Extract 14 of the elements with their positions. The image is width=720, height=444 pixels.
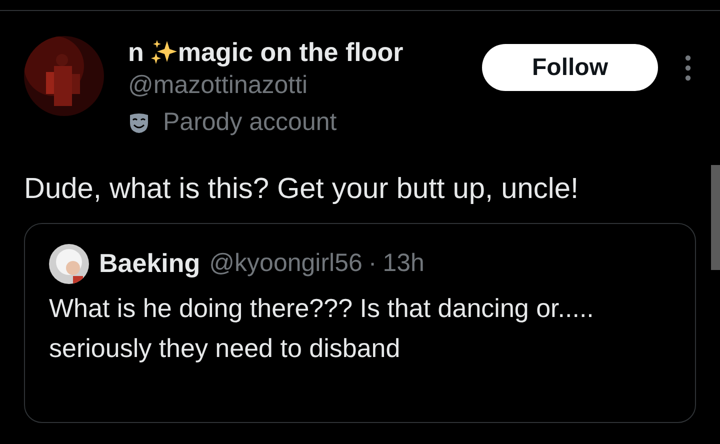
sparkles-icon bbox=[150, 38, 178, 66]
follow-button[interactable]: Follow bbox=[482, 44, 658, 91]
separator: · bbox=[368, 248, 377, 279]
quote-author-name: Baeking bbox=[99, 247, 200, 280]
quote-author-handle: @kyoongirl56 bbox=[209, 248, 362, 279]
account-label: Parody account bbox=[163, 107, 337, 138]
display-name: n bbox=[128, 36, 144, 68]
quote-text: What is he doing there??? Is that dancing or..... seriously they need to disband bbox=[49, 292, 595, 364]
more-icon[interactable] bbox=[684, 55, 692, 81]
display-name: magic on the floor bbox=[178, 36, 404, 68]
post-text: Dude, what is this? Get your butt up, uncle! bbox=[24, 172, 580, 206]
user-handle: @mazottinazotti bbox=[128, 70, 309, 101]
mask-icon bbox=[128, 112, 150, 134]
quote-time: 13h bbox=[382, 248, 424, 279]
